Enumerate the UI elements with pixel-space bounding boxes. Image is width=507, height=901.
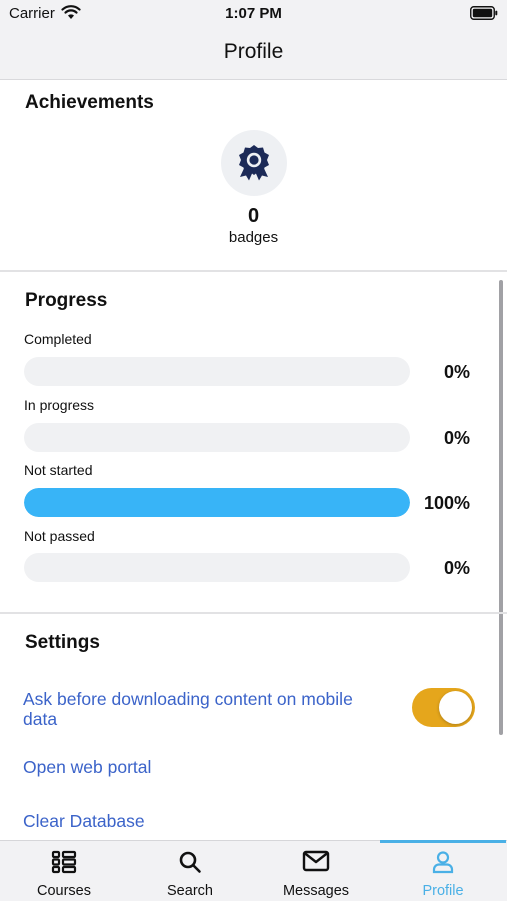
progress-label-not-started: Not started (24, 462, 93, 478)
badge-avatar (221, 130, 287, 196)
progress-bar-in-progress (24, 423, 410, 452)
badge-count: 0 (247, 205, 260, 227)
progress-bar-not-started (24, 488, 410, 517)
settings-heading: Settings (25, 632, 100, 653)
progress-heading: Progress (25, 290, 108, 311)
tab-bar: Courses Search Messages Profile (0, 840, 507, 901)
tab-courses[interactable]: Courses (1, 841, 127, 901)
progress-label-in-progress: In progress (24, 397, 95, 413)
progress-percent-completed: 0% (443, 362, 470, 382)
badge-label: badges (228, 229, 279, 246)
status-bar: Carrier 1:07 PM (0, 0, 507, 28)
progress-percent-in-progress: 0% (443, 428, 470, 448)
progress-label-not-passed: Not passed (24, 528, 95, 544)
progress-percent-not-passed: 0% (443, 558, 470, 578)
tab-messages[interactable]: Messages (253, 841, 379, 901)
toggle-knob (439, 691, 472, 724)
tab-label: Messages (282, 883, 350, 899)
clear-database-link[interactable]: Clear Database (23, 811, 145, 831)
progress-label-completed: Completed (24, 331, 92, 347)
courses-icon (51, 850, 77, 879)
section-divider (0, 270, 507, 272)
tab-profile[interactable]: Profile (380, 840, 506, 901)
achievements-heading: Achievements (25, 92, 154, 113)
scroll-indicator[interactable] (499, 280, 503, 735)
section-divider (0, 612, 507, 614)
tab-label: Profile (422, 883, 464, 899)
progress-bar-completed (24, 357, 410, 386)
mobile-data-setting-label: Ask before downloading content on mobile… (23, 689, 353, 729)
clock: 1:07 PM (225, 5, 282, 22)
open-web-portal-link[interactable]: Open web portal (23, 757, 151, 777)
mobile-data-toggle[interactable] (412, 688, 475, 727)
profile-icon (431, 850, 455, 879)
tab-label: Courses (37, 883, 91, 899)
progress-percent-not-started: 100% (423, 493, 470, 513)
search-icon (178, 850, 202, 879)
battery-icon (470, 6, 498, 25)
tab-label: Search (167, 883, 213, 899)
progress-bar-not-passed (24, 553, 410, 582)
navigation-bar: Profile (0, 28, 507, 80)
progress-fill-not-started (24, 488, 410, 517)
tab-search[interactable]: Search (127, 841, 253, 901)
page-title: Profile (223, 40, 284, 63)
envelope-icon (302, 850, 330, 877)
